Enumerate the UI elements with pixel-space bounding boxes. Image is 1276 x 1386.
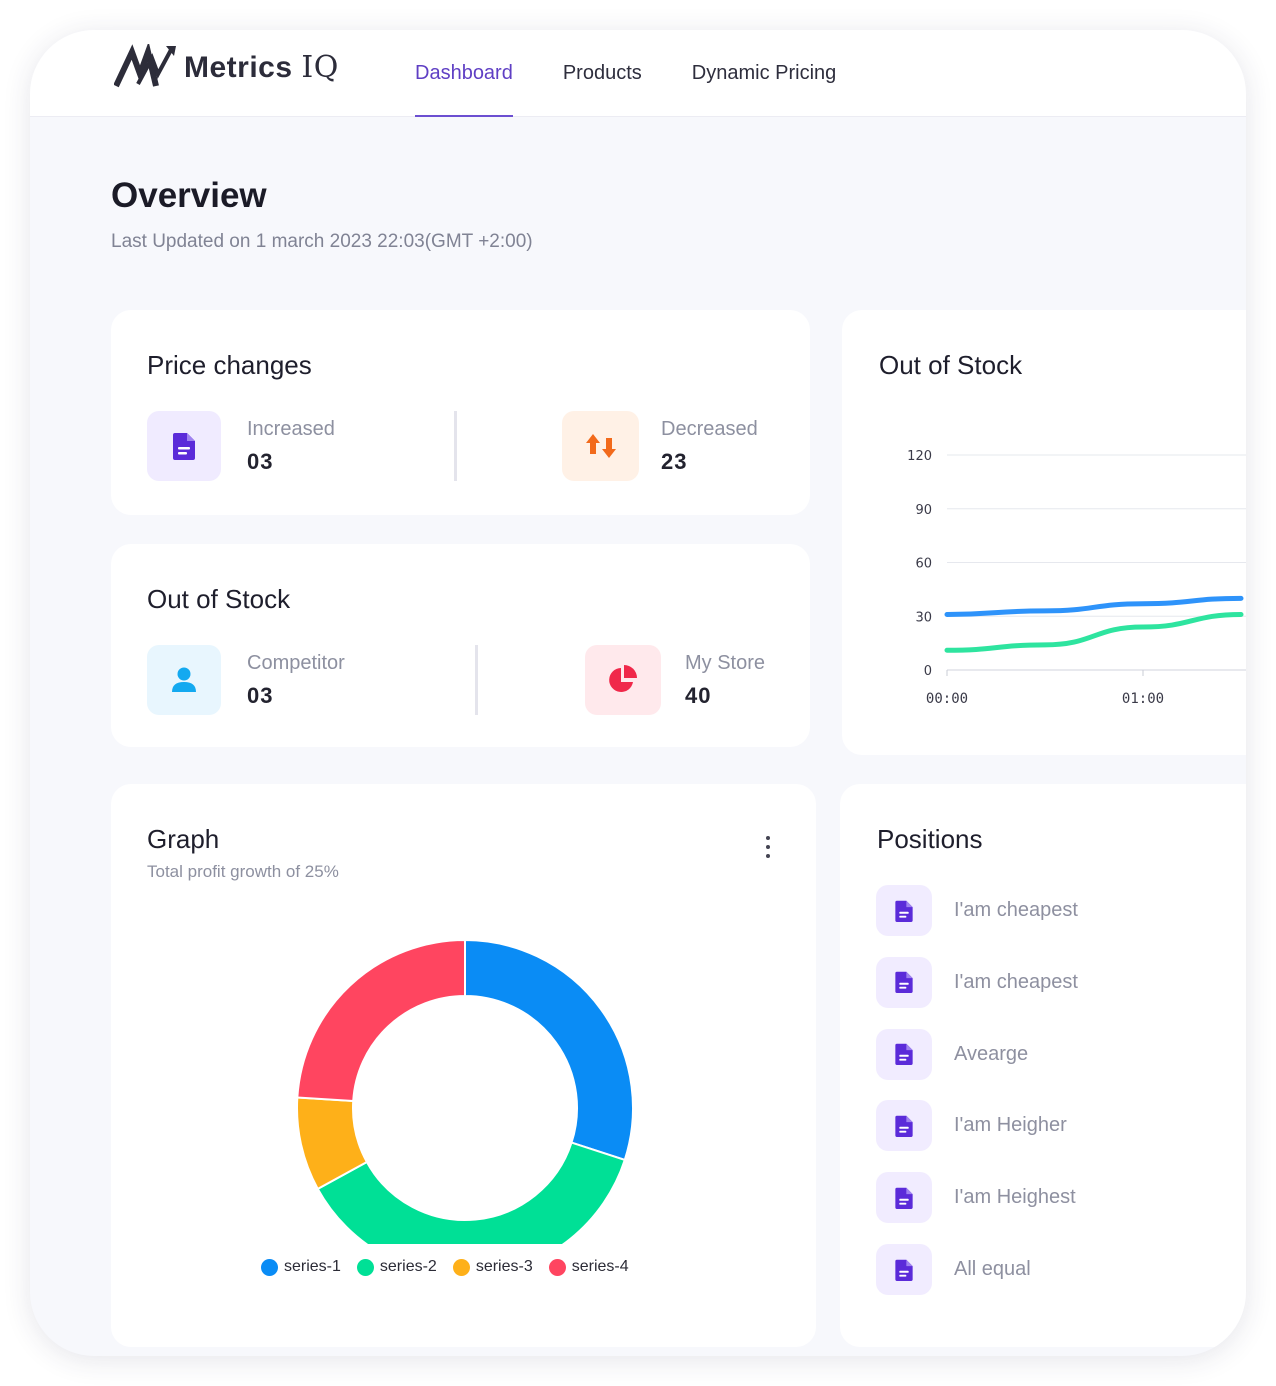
stat-divider [454, 411, 457, 481]
out-of-stock-line-chart: 0 30 60 90 120 00:00 01:00 [907, 449, 1246, 707]
legend-item-series-2[interactable]: series-2 [356, 1258, 437, 1276]
x-tick-label: 00:00 [926, 691, 968, 707]
up-down-arrows-icon [585, 434, 616, 458]
y-tick-label: 0 [924, 664, 932, 679]
document-icon [895, 1187, 913, 1209]
top-navigation-bar: Metrics IQ Dashboard Products Dynamic Pr… [30, 30, 1246, 117]
decreased-value: 23 [661, 448, 688, 474]
legend-item-series-1[interactable]: series-1 [261, 1258, 341, 1276]
x-tick-label: 01:00 [1122, 691, 1164, 707]
donut-slice-series-4[interactable] [296, 938, 466, 1103]
tab-products[interactable]: Products [538, 30, 667, 117]
competitor-stat: Competitor 03 [147, 645, 345, 715]
competitor-label: Competitor [247, 651, 345, 674]
tab-dashboard[interactable]: Dashboard [390, 30, 538, 117]
graph-donut-chart [296, 938, 634, 1244]
last-updated-text: Last Updated on 1 march 2023 22:03(GMT +… [111, 231, 533, 252]
legend-label: series-1 [284, 1258, 341, 1275]
position-label: All equal [954, 1258, 1031, 1280]
my-store-icon-tile [585, 645, 661, 715]
legend-item-series-3[interactable]: series-3 [452, 1258, 533, 1276]
legend-label: series-2 [379, 1258, 437, 1275]
my-store-value: 40 [685, 682, 712, 708]
y-tick-label: 90 [915, 503, 932, 518]
position-item[interactable]: All equal [876, 1244, 1031, 1295]
logo-text: Metrics IQ [184, 49, 339, 85]
competitor-value: 03 [247, 682, 274, 708]
line-series-2[interactable] [944, 611, 1244, 653]
positions-card: Positions I'am cheapest I'am cheapest Avea… [840, 784, 1246, 1347]
document-icon [173, 433, 195, 460]
position-icon-tile [876, 1028, 932, 1080]
tab-dynamic-pricing[interactable]: Dynamic Pricing [667, 30, 861, 117]
document-icon [895, 1259, 913, 1281]
position-label: I'am cheapest [954, 970, 1078, 993]
increased-icon-tile [147, 411, 221, 481]
position-item[interactable]: I'am Heighest [876, 1172, 1076, 1224]
position-label: I'am cheapest [954, 899, 1078, 921]
position-item[interactable]: Avearge [876, 1028, 1029, 1080]
price-changes-card: Price changes Increased 03 Decreased 23 [111, 310, 810, 515]
position-icon-tile [876, 1244, 932, 1295]
positions-title: Positions [877, 824, 983, 854]
main-nav: Dashboard Products Dynamic Pricing [390, 30, 861, 117]
increased-label: Increased [247, 417, 335, 440]
y-tick-label: 30 [915, 610, 932, 625]
position-icon-tile [876, 956, 932, 1008]
logo[interactable]: Metrics IQ [114, 42, 339, 92]
legend-label: series-4 [571, 1258, 629, 1275]
document-icon [895, 1043, 913, 1066]
document-icon [895, 1115, 913, 1137]
out-of-stock-title: Out of Stock [147, 584, 291, 614]
logo-mark-icon [114, 44, 176, 88]
donut-slice-series-1[interactable] [464, 938, 634, 1162]
increased-stat: Increased 03 [147, 411, 335, 481]
legend-swatch [452, 1258, 470, 1276]
position-item[interactable]: I'am cheapest [876, 956, 1078, 1008]
decreased-label: Decreased [661, 417, 758, 440]
page-title: Overview [111, 176, 267, 215]
user-icon [172, 667, 196, 692]
position-item[interactable]: I'am Heigher [876, 1100, 1067, 1152]
my-store-label: My Store [685, 651, 766, 674]
price-changes-title: Price changes [147, 350, 312, 380]
competitor-icon-tile [147, 645, 221, 715]
position-label: Avearge [954, 1042, 1029, 1065]
position-item[interactable]: I'am cheapest [876, 885, 1078, 936]
out-of-stock-chart-card: Out of Stock 0 30 60 90 120 00:00 01:00 [842, 310, 1246, 755]
decreased-icon-tile [562, 411, 639, 481]
decreased-stat: Decreased 23 [562, 411, 758, 481]
legend-swatch [356, 1258, 374, 1276]
position-label: I'am Heigher [954, 1114, 1067, 1137]
my-store-stat: My Store 40 [585, 645, 765, 715]
legend-swatch [548, 1258, 566, 1276]
donut-legend: series-1 series-2 series-3 series-4 [261, 1258, 629, 1276]
position-icon-tile [876, 1172, 932, 1224]
legend-item-series-4[interactable]: series-4 [548, 1258, 629, 1276]
increased-value: 03 [247, 448, 274, 474]
graph-card: Graph Total profit growth of 25% series-… [111, 784, 816, 1347]
position-icon-tile [876, 1100, 932, 1152]
position-label: I'am Heighest [954, 1186, 1076, 1209]
app-window: Metrics IQ Dashboard Products Dynamic Pr… [30, 30, 1246, 1356]
document-icon [895, 900, 913, 922]
y-tick-label: 120 [907, 449, 932, 464]
legend-label: series-3 [475, 1258, 533, 1275]
line-series-1[interactable] [944, 595, 1244, 617]
pie-chart-icon [609, 665, 637, 692]
position-icon-tile [876, 885, 932, 936]
y-tick-label: 60 [915, 557, 932, 572]
stat-divider [475, 645, 478, 715]
document-icon [895, 972, 913, 994]
legend-swatch [261, 1258, 278, 1276]
out-of-stock-card: Out of Stock Competitor 03 My Store 40 [111, 544, 810, 747]
